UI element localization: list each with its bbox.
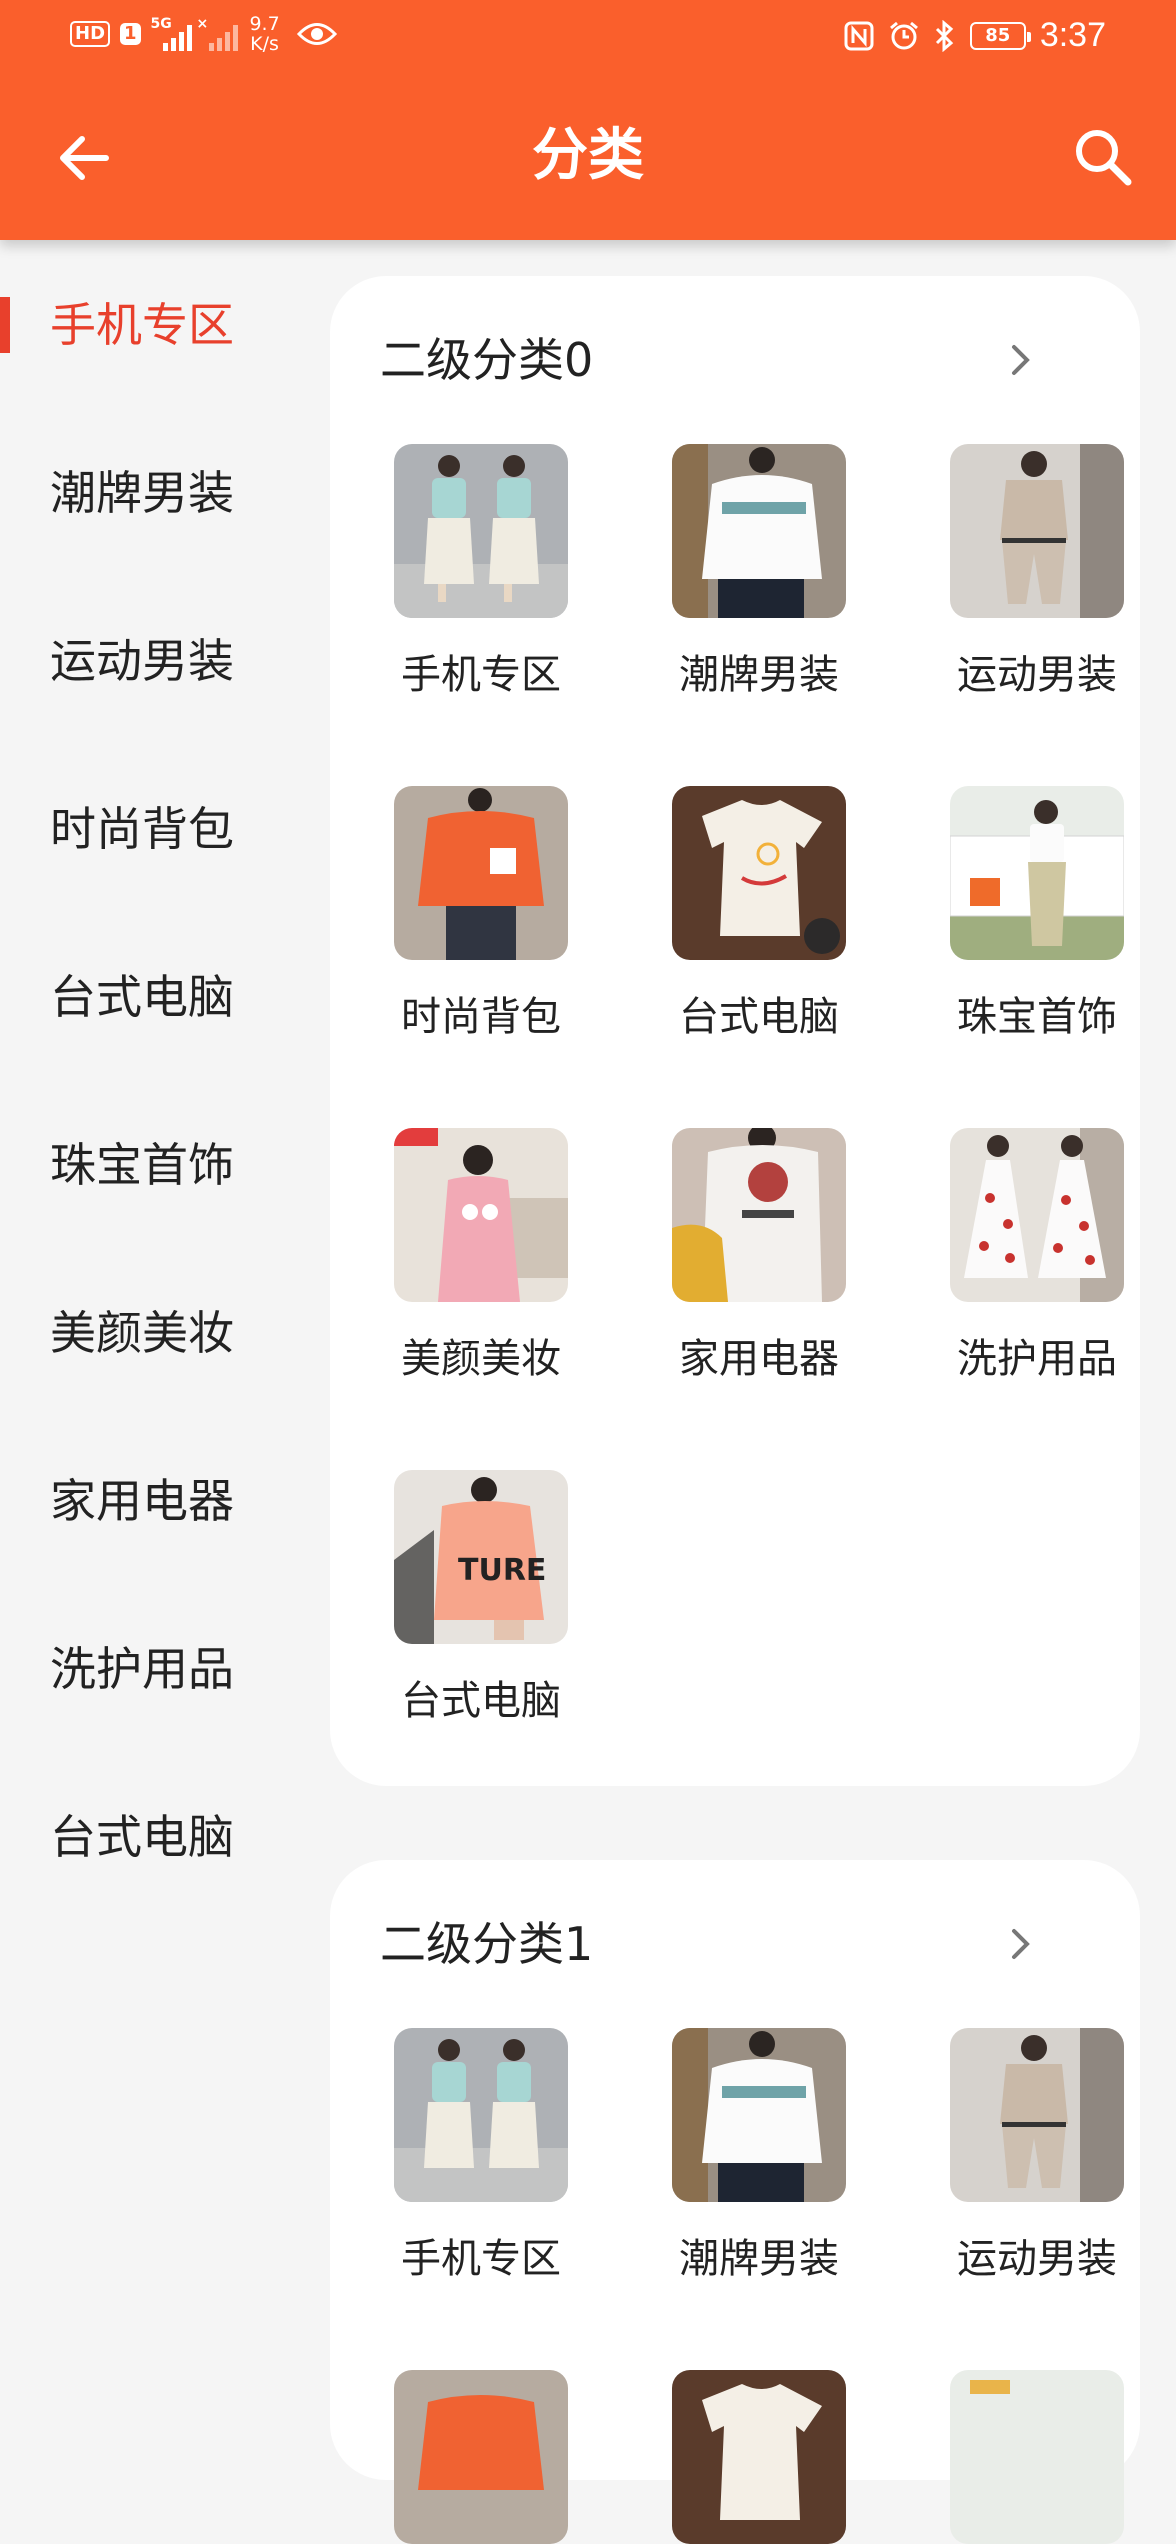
signal-no-service-icon: ×: [197, 17, 238, 51]
section-title: 二级分类1: [380, 1917, 594, 1971]
status-bar: HD 1 5G × 9.7 K/s 85 3:37: [0, 0, 1176, 72]
subcategory-label: 潮牌男装: [679, 652, 839, 698]
product-image: [950, 786, 1124, 960]
bluetooth-icon: [935, 19, 954, 52]
net-speed: 9.7 K/s: [249, 13, 280, 55]
sidebar-item[interactable]: 时尚背包: [50, 799, 234, 859]
svg-text:TURE: TURE: [458, 1553, 546, 1588]
product-image: [950, 1128, 1124, 1302]
app-bar: HD 1 5G × 9.7 K/s 85 3:37 分类: [0, 0, 1176, 240]
subcategory-label: 潮牌男装: [679, 2236, 839, 2282]
subcategory-label: 美颜美妆: [401, 1336, 561, 1382]
product-image: [672, 444, 846, 618]
product-image: [672, 2028, 846, 2202]
product-image: [394, 1128, 568, 1302]
hd-badge: HD: [70, 21, 111, 47]
sim-badge: 1: [120, 23, 141, 45]
eye-icon: [296, 23, 337, 45]
nfc-icon: [844, 21, 874, 50]
search-icon[interactable]: [1070, 124, 1136, 190]
subcategory-label: 台式电脑: [679, 994, 839, 1040]
product-image: TURE: [394, 1470, 568, 1644]
battery-icon: 85: [969, 21, 1031, 50]
sidebar-item[interactable]: 潮牌男装: [50, 463, 234, 523]
signal-5g-icon: 5G: [151, 17, 192, 51]
product-image: [950, 2370, 1124, 2544]
product-image: [672, 1128, 846, 1302]
subcategory-label: 手机专区: [401, 2236, 561, 2282]
product-image: [394, 786, 568, 960]
product-image: [950, 2028, 1124, 2202]
product-image: [394, 2370, 568, 2544]
sidebar-item[interactable]: 台式电脑: [50, 1807, 234, 1867]
product-image: [672, 2370, 846, 2544]
product-image: [672, 786, 846, 960]
subcategory-label: 运动男装: [957, 652, 1117, 698]
subcategory-label: 家用电器: [679, 1336, 839, 1382]
page-title: 分类: [532, 123, 644, 188]
subcategory-card: 二级分类0 手机专区 潮牌男装 运动男装 时尚背包 台式电脑 珠宝首饰 美颜美妆…: [330, 276, 1140, 1786]
sidebar-item[interactable]: 台式电脑: [50, 967, 234, 1027]
subcategory-label: 手机专区: [401, 652, 561, 698]
sidebar-item[interactable]: 美颜美妆: [50, 1303, 234, 1363]
product-image: [394, 2028, 568, 2202]
product-image: [950, 444, 1124, 618]
section-title: 二级分类0: [380, 333, 594, 387]
subcategory-label: 珠宝首饰: [957, 994, 1117, 1040]
category-sidebar: 手机专区 潮牌男装 运动男装 时尚背包 台式电脑 珠宝首饰 美颜美妆 家用电器 …: [0, 240, 330, 2400]
sidebar-item[interactable]: 手机专区: [50, 295, 234, 355]
subcategory-label: 洗护用品: [957, 1336, 1117, 1382]
clock: 3:37: [1039, 16, 1106, 54]
sidebar-item[interactable]: 家用电器: [50, 1471, 234, 1531]
subcategory-label: 运动男装: [957, 2236, 1117, 2282]
chevron-right-icon[interactable]: [1000, 340, 1040, 380]
subcategory-label: 时尚背包: [401, 994, 561, 1040]
sidebar-item[interactable]: 洗护用品: [50, 1639, 234, 1699]
active-indicator: [0, 297, 10, 353]
chevron-right-icon[interactable]: [1000, 1924, 1040, 1964]
product-image: [394, 444, 568, 618]
alarm-icon: [889, 21, 918, 49]
subcategory-label: 台式电脑: [401, 1678, 561, 1724]
sidebar-item[interactable]: 运动男装: [50, 631, 234, 691]
subcategory-card: 二级分类1 手机专区 潮牌男装 运动男装: [330, 1860, 1140, 2544]
sidebar-item[interactable]: 珠宝首饰: [50, 1135, 234, 1195]
